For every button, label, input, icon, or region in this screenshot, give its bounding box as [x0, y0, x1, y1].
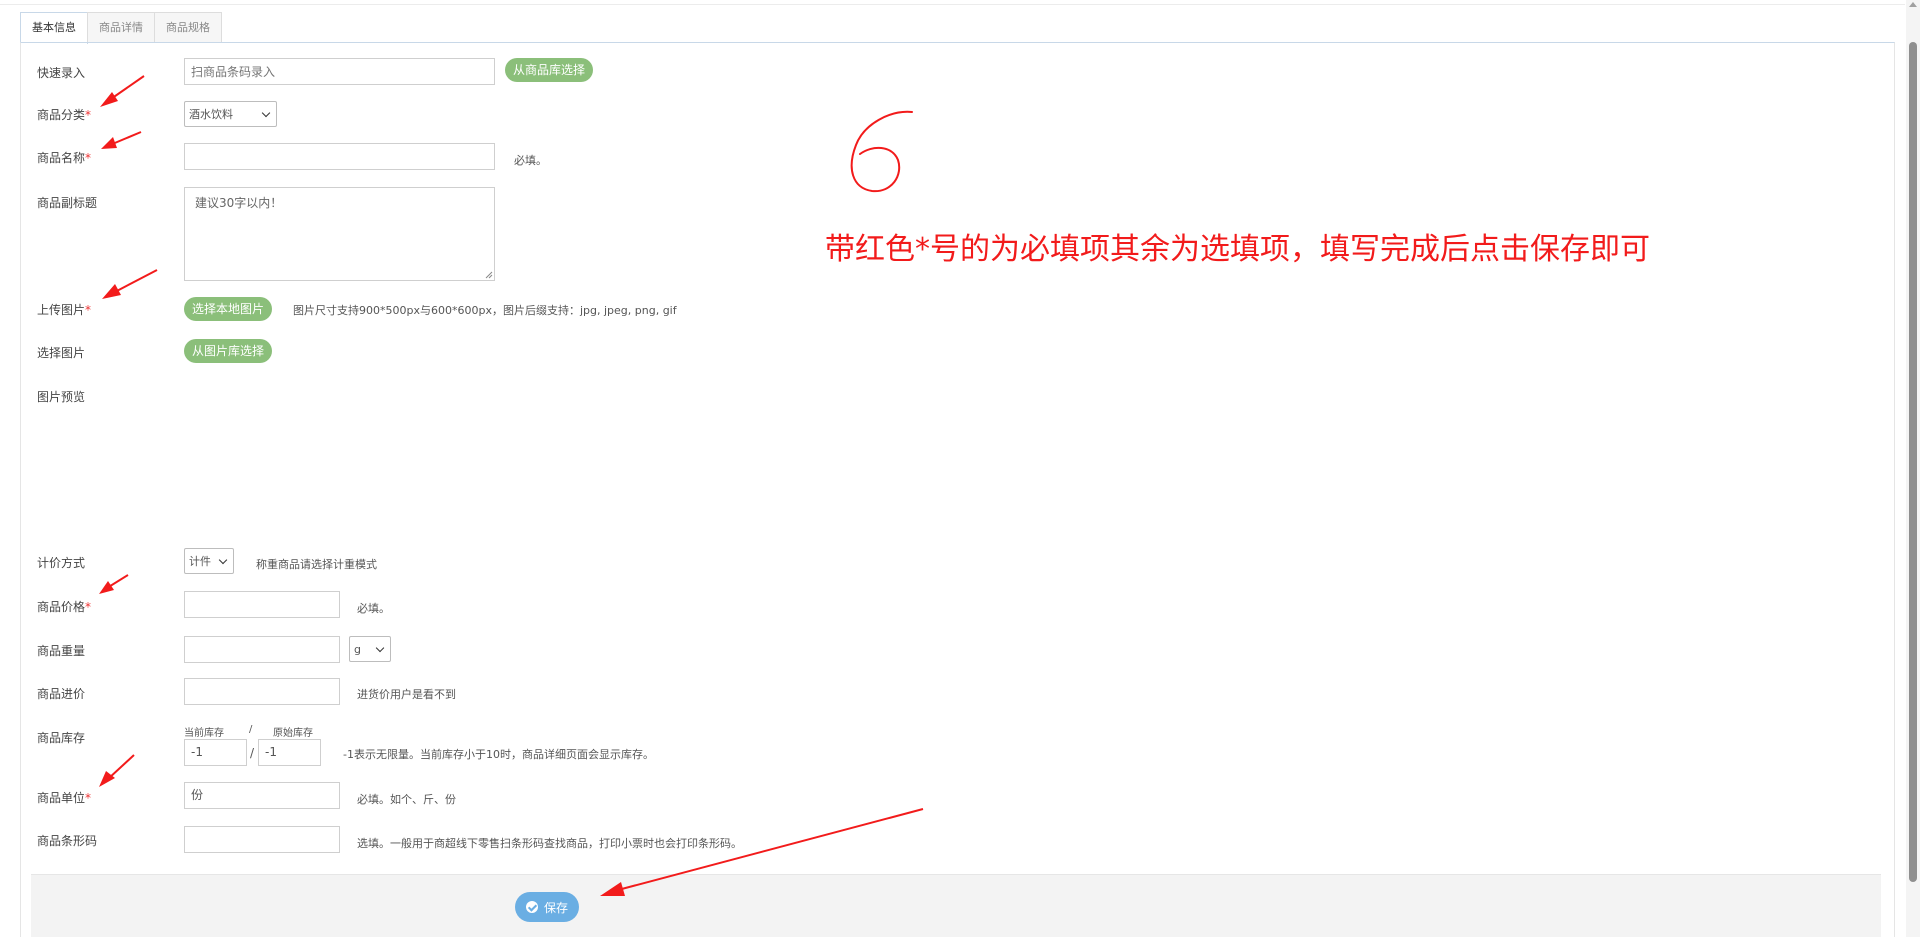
choose-local-image-button[interactable]: 选择本地图片 — [184, 297, 273, 321]
original-stock-label: 原始库存 — [273, 728, 313, 739]
quick-entry-label: 快速录入 — [37, 66, 86, 80]
unit-label: 商品单位* — [37, 791, 92, 805]
category-label: 商品分类* — [37, 108, 92, 122]
scroll-up-arrow-icon[interactable] — [1909, 2, 1917, 7]
check-circle-icon — [525, 901, 538, 913]
choose-image-label: 选择图片 — [37, 346, 86, 360]
scrollbar-thumb[interactable] — [1909, 42, 1917, 882]
select-from-gallery-button[interactable]: 从图片库选择 — [184, 339, 273, 363]
top-divider — [0, 0, 1905, 5]
tab-basic-info[interactable]: 基本信息 — [20, 12, 88, 44]
pricing-mode-hint: 称重商品请选择计重模式 — [256, 558, 377, 571]
select-from-library-button[interactable]: 从商品库选择 — [505, 58, 594, 82]
category-select[interactable]: 酒水饮料 — [184, 101, 277, 127]
save-button[interactable]: 保存 — [515, 892, 579, 922]
tab-product-specs[interactable]: 商品规格 — [154, 12, 222, 42]
barcode-input[interactable] — [184, 826, 340, 853]
subtitle-label: 商品副标题 — [37, 196, 98, 210]
stock-hint: -1表示无限量。当前库存小于10时，商品详细页面会显示库存。 — [343, 748, 654, 761]
cost-price-hint: 进货价用户是看不到 — [357, 688, 456, 701]
original-stock-input[interactable]: -1 — [258, 739, 321, 766]
current-stock-label: 当前库存 — [184, 728, 224, 739]
unit-input[interactable]: 份 — [184, 782, 340, 809]
barcode-scan-input[interactable] — [184, 58, 495, 85]
cost-price-input[interactable] — [184, 678, 340, 705]
chevron-down-icon — [218, 555, 228, 564]
unit-hint: 必填。如个、斤、份 — [357, 793, 456, 806]
vertical-scrollbar[interactable] — [1906, 0, 1920, 937]
weight-label: 商品重量 — [37, 644, 86, 658]
stock-label-separator: / — [249, 724, 253, 735]
tab-product-details[interactable]: 商品详情 — [87, 12, 155, 42]
cost-price-label: 商品进价 — [37, 687, 86, 701]
price-hint: 必填。 — [357, 602, 390, 615]
save-button-label: 保存 — [543, 900, 568, 915]
product-name-input[interactable] — [184, 143, 495, 170]
product-name-hint: 必填。 — [514, 154, 547, 167]
upload-image-hint: 图片尺寸支持900*500px与600*600px，图片后缀支持：jpg, jp… — [293, 304, 677, 317]
page: 基本信息 商品详情 商品规格 快速录入 从商品库选择 商品分类* 酒水饮料 商品… — [0, 0, 1920, 937]
weight-unit-select[interactable]: g — [349, 636, 391, 662]
price-label: 商品价格* — [37, 600, 92, 614]
annotation-text: 带红色*号的为必填项其余为选填项，填写完成后点击保存即可 — [825, 232, 1650, 267]
stock-label: 商品库存 — [37, 731, 86, 745]
weight-input[interactable] — [184, 636, 340, 663]
price-input[interactable] — [184, 591, 340, 618]
product-name-label: 商品名称* — [37, 151, 92, 165]
pricing-mode-label: 计价方式 — [37, 556, 86, 570]
chevron-down-icon — [261, 108, 271, 117]
chevron-down-icon — [375, 643, 385, 652]
barcode-hint: 选填。一般用于商超线下零售扫条形码查找商品，打印小票时也会打印条形码。 — [357, 837, 742, 850]
upload-image-label: 上传图片* — [37, 303, 92, 317]
stock-input-separator: / — [250, 746, 255, 760]
pricing-mode-select[interactable]: 计件 — [184, 548, 234, 574]
current-stock-input[interactable]: -1 — [184, 739, 247, 766]
tab-bar: 基本信息 商品详情 商品规格 — [20, 12, 222, 44]
barcode-label: 商品条形码 — [37, 834, 98, 848]
image-preview-label: 图片预览 — [37, 390, 86, 404]
subtitle-textarea[interactable]: 建议30字以内！ — [184, 187, 495, 281]
resize-handle-icon[interactable] — [485, 271, 493, 279]
form-footer-bar — [31, 874, 1881, 937]
